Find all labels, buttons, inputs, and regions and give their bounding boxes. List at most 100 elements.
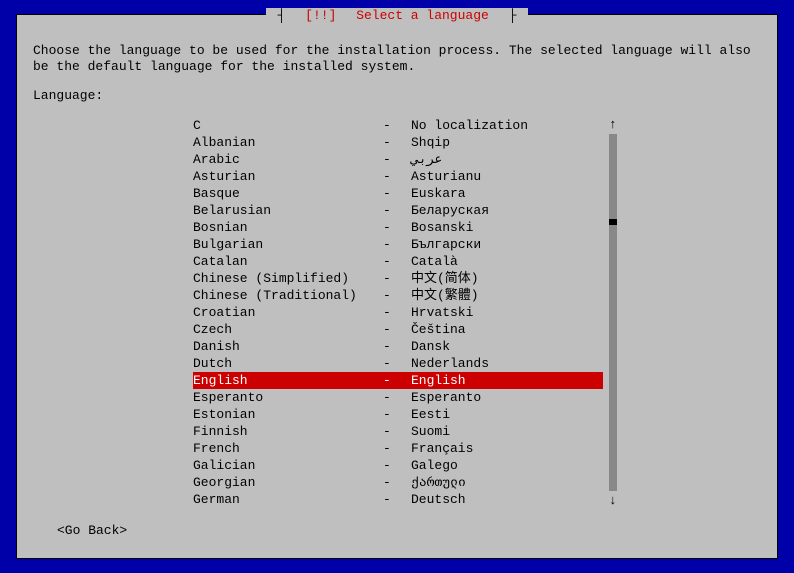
language-option[interactable]: Belarusian-Беларуская: [193, 202, 603, 219]
language-name: Albanian: [193, 134, 383, 151]
language-name: Arabic: [193, 151, 383, 168]
title-suffix: ├: [495, 8, 523, 23]
language-separator: -: [383, 321, 411, 338]
language-option[interactable]: Chinese (Traditional)-中文(繁體): [193, 287, 603, 304]
language-native: Suomi: [411, 423, 603, 440]
language-option[interactable]: Georgian-ქართული: [193, 474, 603, 491]
language-option[interactable]: French-Français: [193, 440, 603, 457]
language-name: Galician: [193, 457, 383, 474]
language-option[interactable]: Arabic-عربي: [193, 151, 603, 168]
language-separator: -: [383, 474, 411, 491]
language-option[interactable]: Czech-Čeština: [193, 321, 603, 338]
language-native: 中文(繁體): [411, 287, 603, 304]
language-name: Finnish: [193, 423, 383, 440]
language-option[interactable]: Albanian-Shqip: [193, 134, 603, 151]
language-separator: -: [383, 185, 411, 202]
language-option[interactable]: Bulgarian-Български: [193, 236, 603, 253]
language-option[interactable]: Chinese (Simplified)-中文(简体): [193, 270, 603, 287]
language-name: Chinese (Traditional): [193, 287, 383, 304]
language-native: Galego: [411, 457, 603, 474]
language-native: Esperanto: [411, 389, 603, 406]
language-native: Български: [411, 236, 603, 253]
instruction-text: Choose the language to be used for the i…: [33, 43, 761, 74]
language-native: Беларуская: [411, 202, 603, 219]
language-separator: -: [383, 372, 411, 389]
language-native: Asturianu: [411, 168, 603, 185]
language-option[interactable]: Catalan-Català: [193, 253, 603, 270]
language-native: Hrvatski: [411, 304, 603, 321]
language-native: Dansk: [411, 338, 603, 355]
language-name: Basque: [193, 185, 383, 202]
language-name: Estonian: [193, 406, 383, 423]
dialog-title-bar: ┤ [!!] Select a language ├: [17, 8, 777, 23]
go-back-button[interactable]: <Go Back>: [57, 523, 127, 538]
title-prefix: ┤: [272, 8, 300, 23]
language-option[interactable]: Croatian-Hrvatski: [193, 304, 603, 321]
language-separator: -: [383, 457, 411, 474]
language-separator: -: [383, 151, 411, 168]
language-option[interactable]: Asturian-Asturianu: [193, 168, 603, 185]
language-native: Bosanski: [411, 219, 603, 236]
language-separator: -: [383, 355, 411, 372]
language-name: Asturian: [193, 168, 383, 185]
language-option[interactable]: English-English: [193, 372, 603, 389]
scrollbar-thumb[interactable]: [609, 219, 617, 225]
language-separator: -: [383, 270, 411, 287]
language-name: Czech: [193, 321, 383, 338]
language-option[interactable]: Esperanto-Esperanto: [193, 389, 603, 406]
language-option[interactable]: Dutch-Nederlands: [193, 355, 603, 372]
language-native: Nederlands: [411, 355, 603, 372]
language-option[interactable]: Bosnian-Bosanski: [193, 219, 603, 236]
language-list: C-No localizationAlbanian-ShqipArabic-عر…: [193, 117, 603, 508]
language-native: Eesti: [411, 406, 603, 423]
dialog-title: Select a language: [342, 8, 494, 23]
scrollbar-track[interactable]: [609, 134, 617, 491]
language-name: Georgian: [193, 474, 383, 491]
language-native: No localization: [411, 117, 603, 134]
language-option[interactable]: Finnish-Suomi: [193, 423, 603, 440]
language-name: German: [193, 491, 383, 508]
language-name: Chinese (Simplified): [193, 270, 383, 287]
language-dialog: ┤ [!!] Select a language ├ Choose the la…: [16, 14, 778, 559]
language-name: Bulgarian: [193, 236, 383, 253]
language-name: Dutch: [193, 355, 383, 372]
language-name: Croatian: [193, 304, 383, 321]
language-native: Shqip: [411, 134, 603, 151]
language-native: English: [411, 372, 603, 389]
language-separator: -: [383, 287, 411, 304]
language-native: 中文(简体): [411, 270, 603, 287]
language-option[interactable]: Galician-Galego: [193, 457, 603, 474]
language-separator: -: [383, 202, 411, 219]
language-separator: -: [383, 117, 411, 134]
language-option[interactable]: Estonian-Eesti: [193, 406, 603, 423]
language-option[interactable]: German-Deutsch: [193, 491, 603, 508]
title-marker: [!!]: [299, 8, 342, 23]
language-native: Čeština: [411, 321, 603, 338]
language-name: Belarusian: [193, 202, 383, 219]
language-name: Bosnian: [193, 219, 383, 236]
language-name: English: [193, 372, 383, 389]
language-name: French: [193, 440, 383, 457]
language-label: Language:: [33, 88, 761, 103]
language-option[interactable]: C-No localization: [193, 117, 603, 134]
language-separator: -: [383, 491, 411, 508]
language-option[interactable]: Basque-Euskara: [193, 185, 603, 202]
language-separator: -: [383, 338, 411, 355]
scroll-up-icon[interactable]: ↑: [609, 117, 617, 132]
language-native: ქართული: [411, 474, 603, 491]
language-name: Esperanto: [193, 389, 383, 406]
language-separator: -: [383, 406, 411, 423]
language-separator: -: [383, 304, 411, 321]
language-separator: -: [383, 236, 411, 253]
scroll-down-icon[interactable]: ↓: [609, 493, 617, 508]
language-name: C: [193, 117, 383, 134]
language-separator: -: [383, 389, 411, 406]
language-native: Euskara: [411, 185, 603, 202]
language-separator: -: [383, 423, 411, 440]
dialog-content: Choose the language to be used for the i…: [17, 15, 777, 524]
language-option[interactable]: Danish-Dansk: [193, 338, 603, 355]
language-separator: -: [383, 253, 411, 270]
language-separator: -: [383, 168, 411, 185]
language-native: Français: [411, 440, 603, 457]
language-native: Deutsch: [411, 491, 603, 508]
